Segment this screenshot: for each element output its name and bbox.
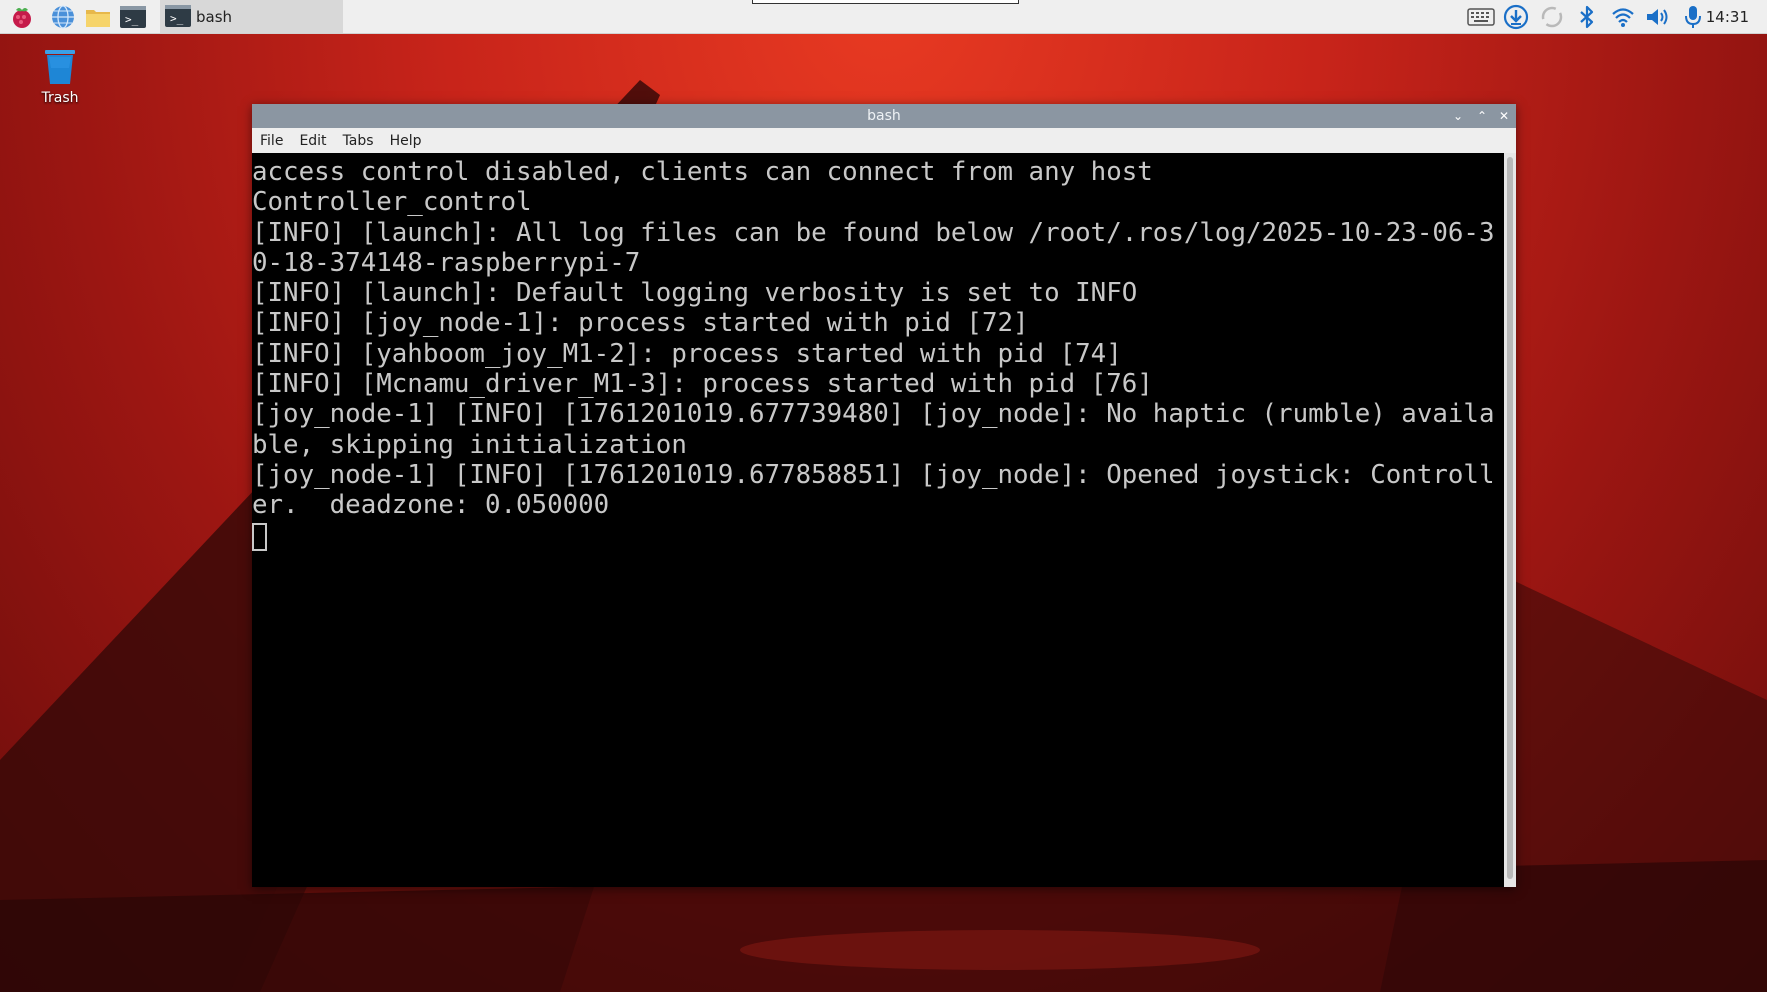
minimize-icon[interactable]: ⌄ [1450, 108, 1466, 124]
terminal-line: [INFO] [yahboom_joy_M1-2]: process start… [252, 338, 1122, 369]
clock[interactable]: 14:31 [1706, 8, 1749, 26]
svg-text:>_: >_ [125, 13, 139, 26]
terminal-line: ble, skipping initialization [252, 429, 687, 460]
close-icon[interactable]: ✕ [1496, 108, 1512, 124]
maximize-icon[interactable]: ⌃ [1474, 108, 1490, 124]
menu-edit[interactable]: Edit [291, 133, 334, 149]
microphone-icon[interactable] [1679, 3, 1707, 31]
terminal-line: [INFO] [launch]: All log files can be fo… [252, 217, 1495, 248]
scrollbar-thumb[interactable] [1507, 157, 1513, 879]
window-titlebar[interactable]: bash ⌄ ⌃ ✕ [252, 104, 1516, 128]
wifi-icon[interactable] [1609, 3, 1637, 31]
terminal-scrollbar[interactable] [1504, 153, 1516, 887]
menu-tabs[interactable]: Tabs [335, 133, 382, 149]
keyboard-icon[interactable] [1467, 3, 1495, 31]
trash-icon [45, 50, 75, 84]
window-title: bash [867, 108, 901, 124]
terminal-output[interactable]: access control disabled, clients can con… [252, 153, 1504, 887]
terminal-line: [INFO] [joy_node-1]: process started wit… [252, 308, 1029, 339]
terminal-line: 0-18-374148-raspberrypi-7 [252, 247, 641, 278]
terminal-line: [joy_node-1] [INFO] [1761201019.67785885… [252, 459, 1495, 490]
terminal-line: [INFO] [Mcnamu_driver_M1-3]: process sta… [252, 369, 1153, 400]
trash-label: Trash [41, 90, 79, 106]
svg-text:>_: >_ [170, 12, 184, 25]
volume-icon[interactable] [1643, 3, 1671, 31]
taskbar: >_ >_ bash 14:31 [0, 0, 1767, 34]
download-updates-icon[interactable] [1502, 3, 1530, 31]
terminal-prompt-line [252, 521, 1504, 552]
terminal-line: [joy_node-1] [INFO] [1761201019.67773948… [252, 399, 1495, 430]
file-manager-icon[interactable] [84, 3, 112, 31]
menu-help[interactable]: Help [382, 133, 430, 149]
web-browser-icon[interactable] [49, 3, 77, 31]
taskbar-task-bash[interactable]: >_ bash [160, 0, 343, 33]
taskbar-hidden-panel [752, 0, 1019, 4]
terminal-line: Controller_control [252, 187, 532, 218]
menu-file[interactable]: File [252, 133, 291, 149]
taskbar-task-label: bash [196, 7, 233, 26]
sync-icon[interactable] [1538, 3, 1566, 31]
terminal-line: er. deadzone: 0.050000 [252, 490, 610, 521]
menubar: File Edit Tabs Help [252, 128, 1516, 153]
terminal-window: bash ⌄ ⌃ ✕ File Edit Tabs Help access co… [252, 104, 1516, 887]
terminal-cursor [252, 522, 267, 551]
raspberry-menu-icon[interactable] [8, 3, 36, 31]
terminal-icon[interactable]: >_ [119, 3, 147, 31]
bluetooth-icon[interactable] [1573, 3, 1601, 31]
terminal-icon: >_ [164, 4, 192, 28]
terminal-line: [INFO] [launch]: Default logging verbosi… [252, 278, 1138, 309]
terminal-line: access control disabled, clients can con… [252, 157, 1153, 187]
trash-desktop-item[interactable]: Trash [35, 46, 85, 106]
